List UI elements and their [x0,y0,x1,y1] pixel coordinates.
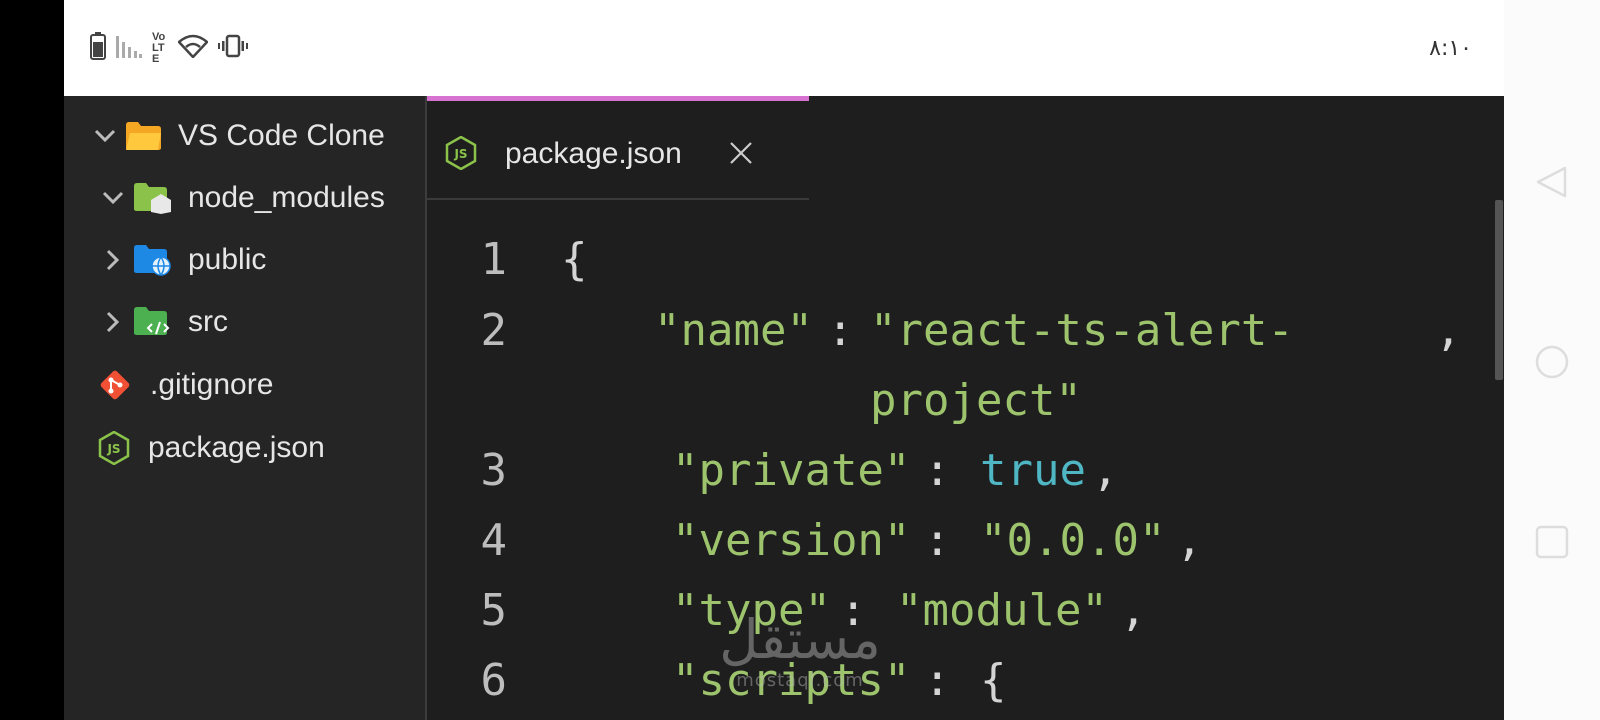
editor-scrollbar[interactable] [1495,200,1503,380]
explorer-item-public[interactable]: public [100,232,266,288]
recents-icon[interactable] [1534,524,1570,560]
code-token: : [924,655,951,706]
svg-text:JS: JS [106,442,120,456]
explorer-item-node-modules[interactable]: node_modules [100,170,385,226]
code-token: , [1120,585,1147,636]
explorer-item-label: .gitignore [150,368,274,401]
back-icon[interactable] [1534,164,1570,200]
status-bar: Vo LTE ٨:١٠ [64,0,1504,96]
code-token: , [1176,515,1203,566]
code-token: "0.0.0" [980,515,1166,566]
line-number: 2 [480,305,508,356]
line-number: 6 [480,655,508,706]
node-folder-icon [134,182,172,214]
wifi-icon [177,34,209,63]
watermark-latin: mostaql.com [736,670,864,691]
signal-icon [116,34,142,63]
code-token: true [980,445,1086,496]
android-nav-bar [1504,0,1600,720]
watermark-arabic: مستقل [719,608,881,671]
code-token: : [827,305,854,356]
code-token: "version" [672,515,911,566]
node-js-icon: JS [98,431,130,465]
explorer-item-package-json[interactable]: JS package.json [98,420,325,476]
folder-open-icon [126,121,162,151]
node-js-icon: JS [445,135,477,175]
code-token: , [1092,445,1119,496]
code-token: "name" [654,305,813,356]
explorer-item-label: VS Code Clone [178,119,385,152]
code-token: "react-ts-alert- [870,305,1294,356]
left-black-bar [0,0,64,720]
public-folder-icon [134,244,172,276]
tab-label: package.json [505,137,682,170]
explorer-item-gitignore[interactable]: .gitignore [98,357,273,413]
tab-strip-empty [809,96,1504,200]
git-icon [98,368,132,402]
editor-pane: JS package.json 1 { 2 "name" : "react-ts… [427,96,1504,720]
code-token: project" [870,375,1082,426]
chevron-right-icon[interactable] [100,309,126,335]
file-explorer: VS Code Clone node_modules public src .g… [64,96,425,720]
code-editor[interactable]: 1 { 2 "name" : "react-ts-alert- , projec… [427,200,1504,720]
status-icons: Vo LTE [90,32,248,65]
tab-strip: JS package.json [427,96,1504,200]
line-number: 4 [480,515,508,566]
watermark-logo: مستقل mostaql.com [700,610,900,720]
code-token: : [924,515,951,566]
explorer-item-label: package.json [148,431,325,464]
battery-icon [90,32,106,65]
code-token: "private" [672,445,911,496]
explorer-item-label: public [188,243,267,276]
src-folder-icon [134,306,172,338]
explorer-root-folder[interactable]: VS Code Clone [92,108,385,164]
vibrate-icon [218,34,248,63]
chevron-right-icon[interactable] [100,247,126,273]
home-icon[interactable] [1534,344,1570,380]
chevron-down-icon[interactable] [92,123,118,149]
code-token: { [980,655,1007,706]
code-token: { [561,234,588,285]
line-number: 1 [480,234,508,285]
volte-icon: Vo LTE [152,31,166,65]
code-token: , [1435,305,1462,356]
explorer-item-label: node_modules [188,181,385,214]
tab-package-json[interactable]: JS package.json [427,96,809,200]
close-icon[interactable] [727,139,755,167]
explorer-item-src[interactable]: src [100,294,228,350]
code-token: "module" [896,585,1108,636]
line-number: 3 [480,445,508,496]
chevron-down-icon[interactable] [100,185,126,211]
svg-text:JS: JS [453,147,467,161]
code-token: : [924,445,951,496]
line-number: 5 [480,585,508,636]
explorer-item-label: src [188,305,228,338]
status-clock: ٨:١٠ [1429,36,1472,61]
